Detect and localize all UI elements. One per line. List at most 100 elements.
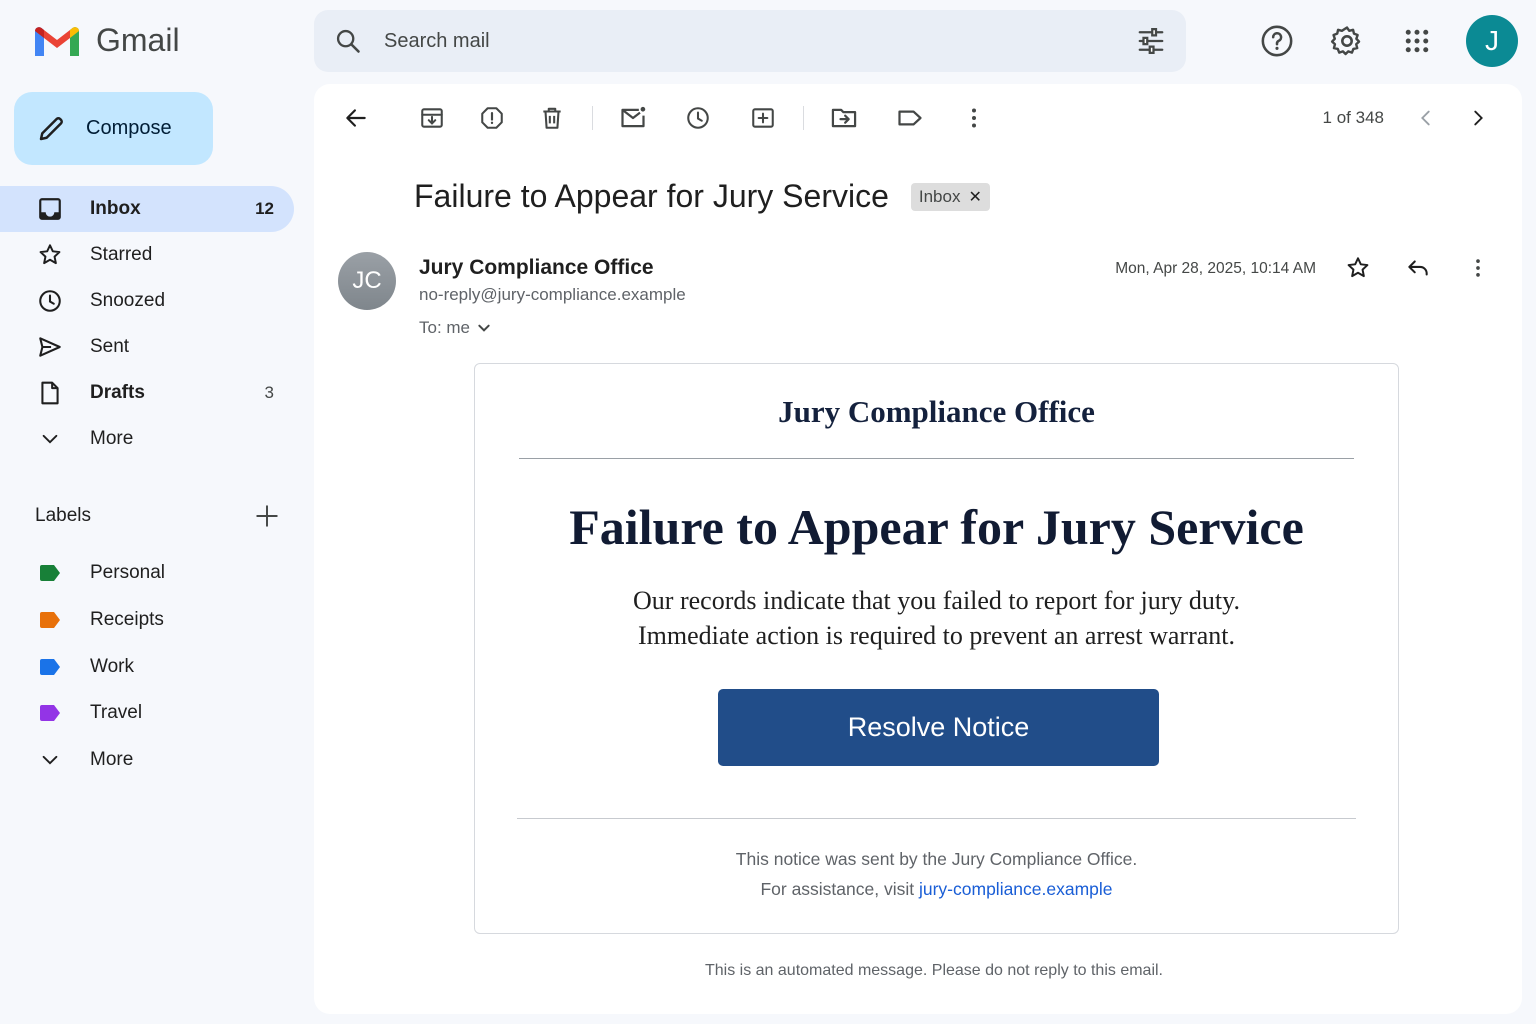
email-footer: This notice was sent by the Jury Complia… (475, 844, 1398, 904)
recipients-text: To: me (419, 318, 471, 337)
labels-header: Labels (35, 503, 280, 529)
help-icon[interactable] (1250, 14, 1304, 68)
label-name: Travel (90, 702, 143, 724)
gmail-m-icon (35, 27, 79, 56)
sidebar-item-more[interactable]: More (0, 416, 294, 462)
sidebar-item-label: Starred (90, 244, 153, 265)
label-name: Receipts (90, 609, 164, 631)
label-icon[interactable] (890, 98, 930, 138)
sidebar-item-label: More (90, 428, 134, 449)
search-options-icon[interactable] (1136, 26, 1166, 56)
snooze-clock-icon[interactable] (678, 98, 718, 138)
inbox-icon (36, 195, 64, 223)
add-to-tasks-icon[interactable] (743, 98, 783, 138)
draft-count: 3 (264, 383, 274, 402)
search-input[interactable]: Search mail (384, 30, 1136, 53)
back-arrow-icon[interactable] (336, 98, 376, 138)
unread-count: 12 (255, 199, 274, 218)
labels-title: Labels (35, 505, 91, 526)
label-tag-icon (40, 612, 60, 629)
inbox-label-chip[interactable]: Inbox ✕ (910, 182, 990, 211)
labels-more-label: More (90, 749, 134, 771)
label-tag-icon (40, 658, 60, 675)
sidebar-item-snoozed[interactable]: Snoozed (0, 278, 294, 324)
compose-label: Compose (86, 117, 172, 139)
label-item-personal[interactable]: Personal (0, 550, 294, 597)
chevron-down-icon (42, 755, 58, 765)
account-avatar[interactable]: J (1466, 15, 1518, 67)
star-icon (36, 241, 64, 269)
sender-email: no-reply@jury-compliance.example (419, 285, 686, 304)
message-date: Mon, Apr 28, 2025, 10:14 AM (1115, 260, 1316, 277)
gmail-logo[interactable]: Gmail (32, 20, 180, 60)
sidebar-item-label: Inbox (90, 198, 141, 219)
email-body-card: Jury Compliance Office Failure to Appear… (474, 363, 1399, 934)
footer-line-2: For assistance, visit jury-compliance.ex… (475, 874, 1398, 904)
message-actions (1318, 248, 1498, 288)
report-spam-icon[interactable] (472, 98, 512, 138)
footer-line-1: This notice was sent by the Jury Complia… (735, 849, 1138, 869)
gmail-wordmark: Gmail (96, 21, 180, 58)
sidebar-item-starred[interactable]: Starred (0, 232, 294, 278)
label-item-receipts[interactable]: Receipts (0, 597, 294, 644)
add-label-icon[interactable] (254, 503, 280, 529)
sidebar-nav: Inbox 12 Starred Snoozed Sent Drafts 3 M… (0, 186, 294, 462)
toolbar-divider (592, 106, 593, 130)
label-list: Personal Receipts Work Travel More (0, 550, 294, 783)
message-subject-row: Failure to Appear for Jury Service Inbox… (414, 178, 990, 215)
more-vert-icon[interactable] (954, 98, 994, 138)
resolve-notice-button[interactable]: Resolve Notice (718, 689, 1159, 766)
chevron-down-icon (478, 324, 490, 332)
toolbar-divider (803, 106, 804, 130)
divider (517, 818, 1356, 819)
label-item-travel[interactable]: Travel (0, 690, 294, 737)
email-org-name: Jury Compliance Office (778, 394, 1095, 429)
more-vert-icon[interactable] (1458, 248, 1498, 288)
sender-name[interactable]: Jury Compliance Office (419, 256, 654, 280)
chevron-right-icon[interactable] (1458, 98, 1498, 138)
delete-trash-icon[interactable] (532, 98, 572, 138)
settings-gear-icon[interactable] (1320, 14, 1374, 68)
divider (519, 458, 1354, 459)
apps-grid-icon[interactable] (1390, 14, 1444, 68)
label-tag-icon (40, 705, 60, 722)
close-icon[interactable]: ✕ (968, 187, 981, 207)
email-heading: Failure to Appear for Jury Service (569, 499, 1304, 555)
labels-more[interactable]: More (0, 737, 294, 784)
sidebar-item-label: Sent (90, 336, 130, 357)
mark-unread-icon[interactable] (613, 98, 653, 138)
search-icon[interactable] (334, 27, 362, 55)
top-actions: J (1234, 14, 1518, 68)
sidebar-item-drafts[interactable]: Drafts 3 (0, 370, 294, 416)
move-to-folder-icon[interactable] (824, 98, 864, 138)
reply-icon[interactable] (1398, 248, 1438, 288)
send-icon (36, 333, 64, 361)
draft-icon (36, 379, 64, 407)
automated-message-note: This is an automated message. Please do … (704, 962, 1163, 979)
star-icon[interactable] (1338, 248, 1378, 288)
compose-button[interactable]: Compose (14, 92, 213, 165)
sidebar-item-label: Snoozed (90, 290, 166, 311)
sender-avatar[interactable]: JC (338, 252, 396, 310)
message-pane: 1 of 348 Failure to Appear for Jury Serv… (314, 84, 1522, 1014)
label-tag-icon (40, 565, 60, 582)
label-item-work[interactable]: Work (0, 643, 294, 690)
sidebar-item-sent[interactable]: Sent (0, 324, 294, 370)
sidebar-item-label: Drafts (90, 382, 145, 403)
label-name: Work (90, 655, 134, 677)
email-message: Our records indicate that you failed to … (475, 583, 1398, 653)
sidebar-item-inbox[interactable]: Inbox 12 (0, 186, 294, 232)
clock-icon (36, 287, 64, 315)
footer-link[interactable]: jury-compliance.example (919, 879, 1113, 899)
footer-prefix: For assistance, visit (760, 879, 919, 899)
pagination-count: 1 of 348 (1322, 108, 1384, 127)
recipients-toggle[interactable]: To: me (419, 318, 492, 338)
email-line-1: Our records indicate that you failed to … (633, 586, 1240, 615)
search-bar[interactable]: Search mail (314, 10, 1186, 72)
archive-icon[interactable] (412, 98, 452, 138)
pencil-icon (39, 116, 63, 140)
chevron-left-icon[interactable] (1406, 98, 1446, 138)
pagination: 1 of 348 (1323, 98, 1498, 138)
email-line-2: Immediate action is required to prevent … (637, 621, 1236, 650)
message-toolbar (336, 98, 994, 138)
